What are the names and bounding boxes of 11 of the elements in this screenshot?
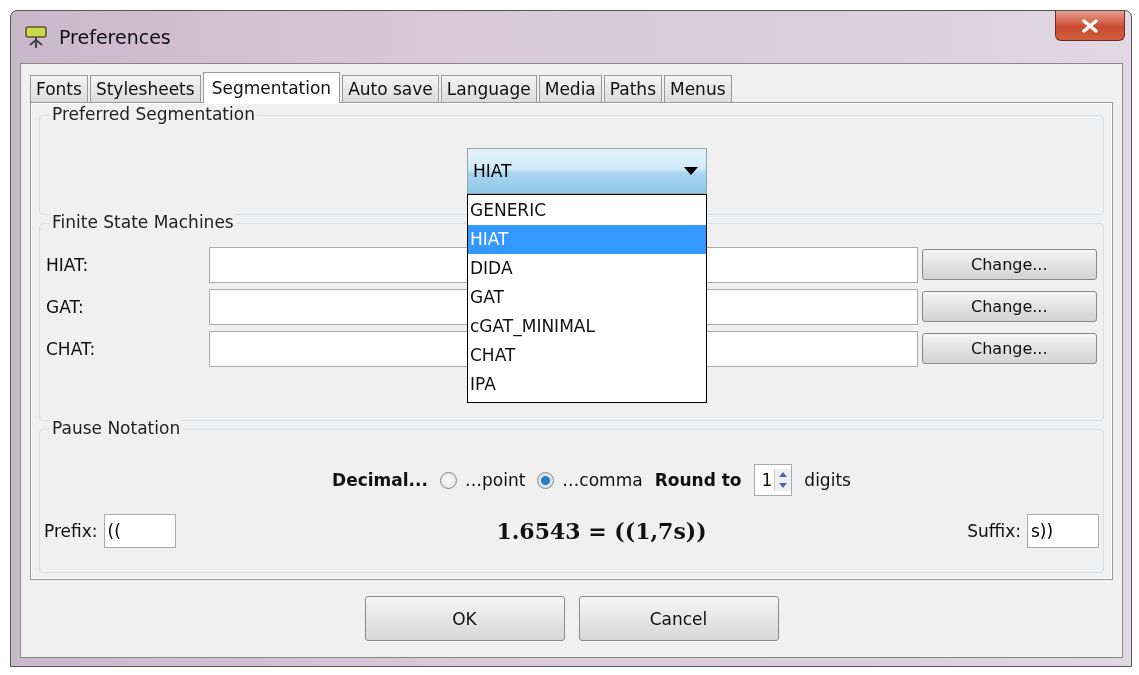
group-title: Preferred Segmentation	[50, 104, 257, 124]
window-title: Preferences	[59, 26, 171, 48]
digits-label: digits	[804, 470, 851, 490]
prefix-label: Prefix:	[44, 521, 98, 541]
round-label: Round to	[654, 470, 742, 490]
field-label: HIAT:	[46, 254, 90, 275]
field-label: GAT:	[46, 296, 85, 317]
suffix-label: Suffix:	[967, 521, 1021, 541]
field-label: CHAT:	[46, 338, 97, 359]
decimal-label: Decimal...	[332, 470, 428, 490]
example-text: 1.6543 = ((1,7s))	[496, 518, 707, 544]
